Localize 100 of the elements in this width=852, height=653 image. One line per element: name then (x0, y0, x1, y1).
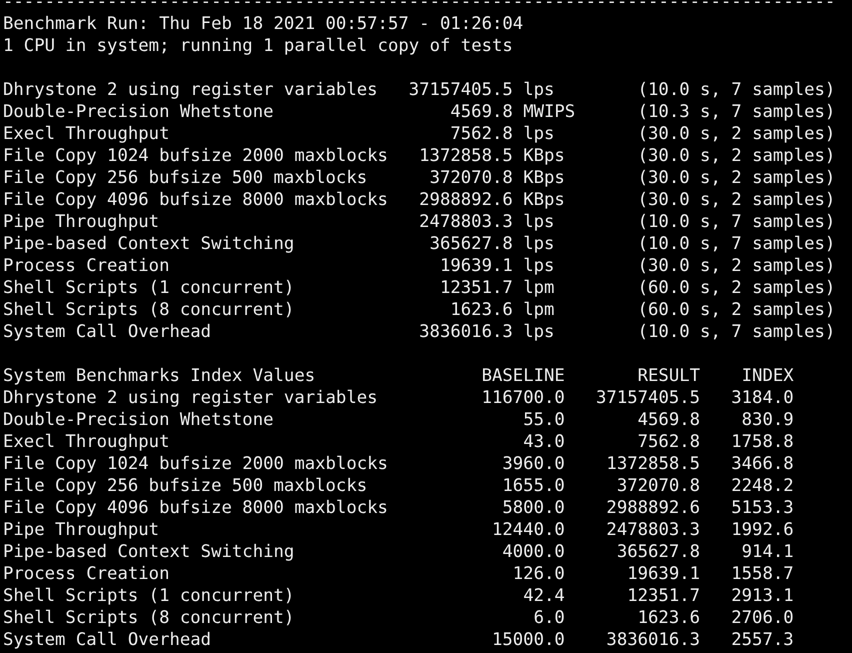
index-value: 4000.0 (502, 541, 565, 563)
index-value: 2988892.6 (606, 497, 700, 519)
test-value: 1372858.5 (419, 145, 513, 167)
section-title: System Benchmarks Index Values (3, 365, 316, 387)
index-value: 372070.8 (616, 475, 700, 497)
test-value: 4569.8 (450, 101, 513, 123)
test-unit: lps (523, 79, 554, 101)
index-value: 2706.0 (731, 607, 794, 629)
index-value: 2557.3 (731, 629, 794, 651)
index-value: 1655.0 (502, 475, 565, 497)
test-detail: (30.0 s, 2 samples) (638, 189, 836, 211)
test-name: Double-Precision Whetstone (3, 101, 274, 123)
test-unit: lps (523, 123, 554, 145)
index-value: 12351.7 (627, 585, 700, 607)
test-name: Pipe Throughput (3, 519, 160, 541)
test-value: 1623.6 (450, 299, 513, 321)
index-value: 365627.8 (616, 541, 700, 563)
test-name: System Call Overhead (3, 629, 212, 651)
test-unit: lps (523, 255, 554, 277)
test-unit: KBps (523, 167, 565, 189)
test-name: Process Creation (3, 255, 170, 277)
index-value: 12440.0 (492, 519, 565, 541)
index-value: 1758.8 (731, 431, 794, 453)
test-detail: (60.0 s, 2 samples) (638, 277, 836, 299)
index-value: 116700.0 (482, 387, 565, 409)
index-value: 55.0 (523, 409, 565, 431)
test-unit: MWIPS (523, 101, 576, 123)
test-detail: (10.3 s, 7 samples) (638, 101, 836, 123)
test-detail: (60.0 s, 2 samples) (638, 299, 836, 321)
test-unit: lpm (523, 299, 554, 321)
test-value: 37157405.5 (408, 79, 513, 101)
separator-line: -------------------------------------------------------------------------------- (3, 0, 836, 12)
index-value: 1992.6 (731, 519, 794, 541)
index-value: 3960.0 (502, 453, 565, 475)
test-name: Dhrystone 2 using register variables (3, 387, 378, 409)
column-header: BASELINE (482, 365, 565, 387)
header-text: 1 CPU in system; running 1 parallel copy of tests (3, 36, 513, 56)
index-value: 3836016.3 (606, 629, 700, 651)
test-name: Pipe Throughput (3, 211, 160, 233)
index-value: 4569.8 (638, 409, 700, 431)
index-value: 15000.0 (492, 629, 565, 651)
index-value: 37157405.5 (596, 387, 700, 409)
test-name: Execl Throughput (3, 431, 170, 453)
index-value: 43.0 (523, 431, 565, 453)
test-value: 7562.8 (450, 123, 513, 145)
test-detail: (10.0 s, 7 samples) (638, 79, 836, 101)
index-value: 5153.3 (731, 497, 794, 519)
test-detail: (30.0 s, 2 samples) (638, 145, 836, 167)
test-unit: lps (523, 321, 554, 343)
index-value: 830.9 (742, 409, 794, 431)
test-detail: (10.0 s, 7 samples) (638, 233, 836, 255)
index-value: 1372858.5 (606, 453, 700, 475)
index-value: 6.0 (534, 607, 565, 629)
test-name: Pipe-based Context Switching (3, 233, 294, 255)
test-value: 2478803.3 (419, 211, 513, 233)
index-value: 2913.1 (731, 585, 794, 607)
test-name: File Copy 256 bufsize 500 maxblocks (3, 167, 368, 189)
test-detail: (30.0 s, 2 samples) (638, 123, 836, 145)
column-header: INDEX (742, 365, 794, 387)
test-name: Execl Throughput (3, 123, 170, 145)
test-unit: lpm (523, 277, 554, 299)
test-unit: lps (523, 211, 554, 233)
test-detail: (10.0 s, 7 samples) (638, 211, 836, 233)
test-unit: KBps (523, 189, 565, 211)
column-header: RESULT (638, 365, 700, 387)
test-name: Shell Scripts (1 concurrent) (3, 585, 294, 607)
test-name: File Copy 4096 bufsize 8000 maxblocks (3, 497, 388, 519)
test-name: File Copy 4096 bufsize 8000 maxblocks (3, 189, 388, 211)
test-unit: KBps (523, 145, 565, 167)
test-value: 372070.8 (430, 167, 513, 189)
test-name: File Copy 1024 bufsize 2000 maxblocks (3, 453, 388, 475)
index-value: 3184.0 (731, 387, 794, 409)
test-name: Shell Scripts (1 concurrent) (3, 277, 294, 299)
index-value: 5800.0 (502, 497, 565, 519)
index-value: 914.1 (742, 541, 794, 563)
test-name: File Copy 256 bufsize 500 maxblocks (3, 475, 368, 497)
test-name: Process Creation (3, 563, 170, 585)
index-value: 3466.8 (731, 453, 794, 475)
test-value: 19639.1 (440, 255, 513, 277)
test-name: Dhrystone 2 using register variables (3, 79, 378, 101)
test-name: Shell Scripts (8 concurrent) (3, 607, 294, 629)
index-value: 2478803.3 (606, 519, 700, 541)
header-text: Benchmark Run: Thu Feb 18 2021 00:57:57 - 01:26:04 (3, 14, 524, 34)
test-value: 365627.8 (430, 233, 513, 255)
test-name: File Copy 1024 bufsize 2000 maxblocks (3, 145, 388, 167)
index-value: 2248.2 (731, 475, 794, 497)
test-detail: (30.0 s, 2 samples) (638, 255, 836, 277)
index-value: 1558.7 (731, 563, 794, 585)
test-detail: (30.0 s, 2 samples) (638, 167, 836, 189)
index-value: 42.4 (523, 585, 565, 607)
test-name: System Call Overhead (3, 321, 212, 343)
test-value: 2988892.6 (419, 189, 513, 211)
test-value: 12351.7 (440, 277, 513, 299)
test-unit: lps (523, 233, 554, 255)
test-name: Pipe-based Context Switching (3, 541, 294, 563)
index-value: 19639.1 (627, 563, 700, 585)
test-value: 3836016.3 (419, 321, 513, 343)
index-value: 1623.6 (638, 607, 700, 629)
test-detail: (10.0 s, 7 samples) (638, 321, 836, 343)
index-value: 126.0 (512, 563, 565, 585)
